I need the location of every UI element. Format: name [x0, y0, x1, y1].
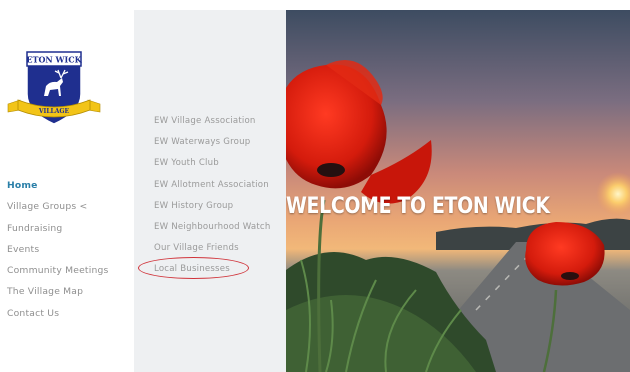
submenu-item-history-group[interactable]: EW History Group	[154, 200, 271, 221]
hero-title: WELCOME TO ETON WICK	[286, 194, 550, 219]
nav-item-community-meetings[interactable]: Community Meetings	[7, 265, 109, 286]
logo-top-text: ETON WICK	[26, 55, 82, 65]
submenu-item-neighbourhood-watch[interactable]: EW Neighbourhood Watch	[154, 221, 271, 242]
poppy-sunset-image	[286, 10, 630, 372]
submenu-item-waterways-group[interactable]: EW Waterways Group	[154, 136, 271, 157]
sidebar: ETON WICK VILLAGE Home Village Groups < …	[0, 0, 134, 372]
village-groups-submenu: EW Village Association EW Waterways Grou…	[134, 10, 286, 372]
submenu-item-youth-club[interactable]: EW Youth Club	[154, 157, 271, 178]
submenu-item-village-association[interactable]: EW Village Association	[154, 115, 271, 136]
eton-wick-logo[interactable]: ETON WICK VILLAGE	[6, 48, 102, 130]
nav-item-village-map[interactable]: The Village Map	[7, 286, 109, 307]
submenu-item-allotment-association[interactable]: EW Allotment Association	[154, 179, 271, 200]
nav-item-events[interactable]: Events	[7, 244, 109, 265]
nav-item-home[interactable]: Home	[7, 180, 109, 201]
crest-icon: ETON WICK VILLAGE	[7, 51, 101, 125]
logo-ribbon-text: VILLAGE	[38, 108, 70, 115]
nav-item-village-groups[interactable]: Village Groups <	[7, 201, 109, 222]
nav-item-contact-us[interactable]: Contact Us	[7, 308, 109, 329]
local-businesses-highlight-circle	[138, 257, 249, 279]
nav-item-fundraising[interactable]: Fundraising	[7, 223, 109, 244]
hero-banner: WELCOME TO ETON WICK	[286, 10, 630, 372]
main-nav: Home Village Groups < Fundraising Events…	[7, 180, 109, 329]
